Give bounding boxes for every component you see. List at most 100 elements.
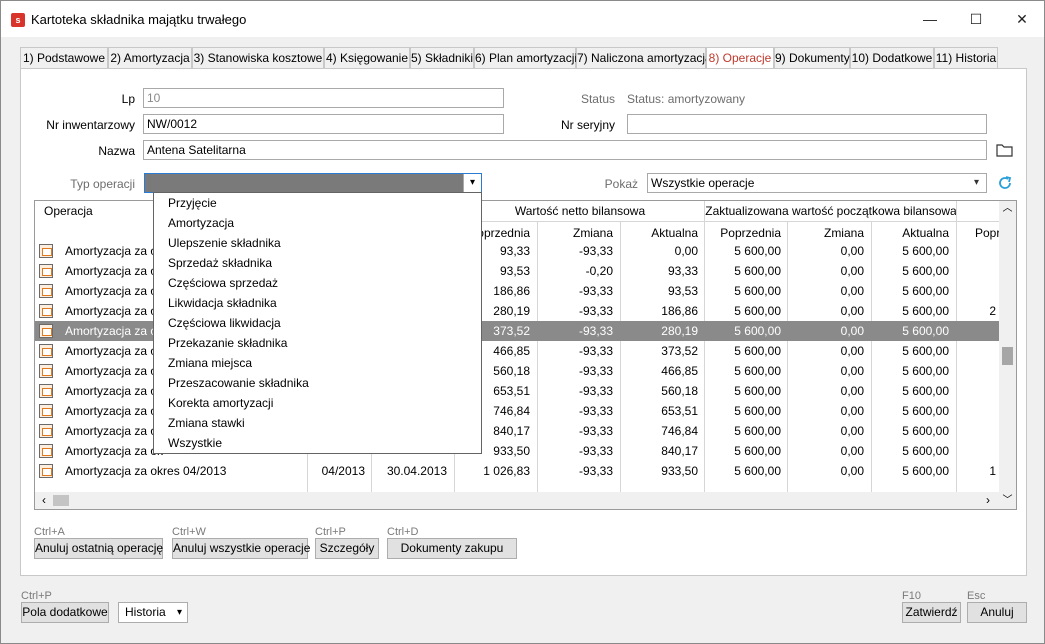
dropdown-item-likwidacja[interactable]: Likwidacja składnika xyxy=(168,293,277,313)
dropdown-item-sprzedaz[interactable]: Sprzedaż składnika xyxy=(168,253,272,273)
cell-zp: 5 600,00 xyxy=(734,384,781,398)
operation-icon xyxy=(39,384,53,398)
chevron-down-icon[interactable]: ▾ xyxy=(463,174,481,192)
nr-inwentarzowy-field[interactable]: NW/0012 xyxy=(143,114,504,134)
cell-za: 5 600,00 xyxy=(902,344,949,358)
dropdown-item-wszystkie[interactable]: Wszystkie xyxy=(168,433,222,453)
cell-zp: 5 600,00 xyxy=(734,464,781,478)
scroll-down-icon[interactable]: ﹀ xyxy=(999,493,1016,509)
operation-icon xyxy=(39,424,53,438)
cell-zz: 0,00 xyxy=(840,464,864,478)
chevron-down-icon[interactable]: ▾ xyxy=(177,603,182,622)
dropdown-item-czesciowa-likwidacja[interactable]: Częściowa likwidacja xyxy=(168,313,281,333)
header-zakt-zmiana: Zmiana xyxy=(823,226,864,240)
pola-dodatkowe-button[interactable]: Pola dodatkowe xyxy=(21,602,109,623)
tab-dokumenty[interactable]: 9) Dokumenty xyxy=(774,47,850,69)
status-label: Status xyxy=(580,92,615,106)
nr-seryjny-field[interactable] xyxy=(627,114,987,134)
cell-zz: 0,00 xyxy=(840,444,864,458)
tab-historia[interactable]: 11) Historia xyxy=(934,47,998,69)
vertical-scrollbar[interactable]: ︿ ﹀ xyxy=(999,201,1016,509)
operation-icon xyxy=(39,284,53,298)
dropdown-item-ulepszenie[interactable]: Ulepszenie składnika xyxy=(168,233,281,253)
cell-zp: 5 600,00 xyxy=(734,364,781,378)
cell-zp: 5 600,00 xyxy=(734,324,781,338)
refresh-icon[interactable] xyxy=(996,174,1014,192)
chevron-down-icon[interactable]: ▾ xyxy=(967,174,986,192)
hint-ctrl-p-footer: Ctrl+P xyxy=(21,590,52,602)
szczegoly-button[interactable]: Szczegóły xyxy=(315,538,379,559)
pokaz-select[interactable]: Wszystkie operacje ▾ xyxy=(647,173,987,193)
cell-na: 93,33 xyxy=(667,264,698,278)
table-row[interactable]: Amortyzacja za okres 04/2013 04/2013 30.04… xyxy=(35,461,999,481)
nr-seryjny-label: Nr seryjny xyxy=(560,118,615,132)
cell-na: 933,50 xyxy=(661,464,698,478)
cell-zp: 5 600,00 xyxy=(734,304,781,318)
maximize-button[interactable]: ☐ xyxy=(953,1,999,37)
anuluj-wszystkie-button[interactable]: Anuluj wszystkie operacje xyxy=(172,538,310,559)
tab-amortyzacja[interactable]: 2) Amortyzacja xyxy=(108,47,192,69)
cell-ex xyxy=(956,421,996,441)
scroll-left-icon[interactable]: ‹ xyxy=(37,492,51,509)
scrollbar-thumb[interactable] xyxy=(1002,347,1013,365)
header-operacja: Operacja xyxy=(44,204,93,218)
zatwierdz-button[interactable]: Zatwierdź xyxy=(902,602,961,623)
operation-icon xyxy=(39,464,53,478)
cell-za: 5 600,00 xyxy=(902,324,949,338)
header-zakt-poprzednia: Poprzednia xyxy=(720,226,781,240)
tab-dodatkowe[interactable]: 10) Dodatkowe xyxy=(850,47,934,69)
close-button[interactable]: ✕ xyxy=(999,1,1044,37)
horizontal-scrollbar[interactable]: ‹ › xyxy=(35,492,999,509)
scroll-right-icon[interactable]: › xyxy=(981,492,995,509)
dropdown-item-czesciowa-sprzedaz[interactable]: Częściowa sprzedaż xyxy=(168,273,278,293)
cell-ex xyxy=(956,341,996,361)
hscrollbar-thumb[interactable] xyxy=(53,495,69,506)
anuluj-button[interactable]: Anuluj xyxy=(967,602,1027,623)
cell-ex: 2 xyxy=(989,304,996,318)
header-netto-zmiana: Zmiana xyxy=(572,226,613,240)
cell-nz: -93,33 xyxy=(578,284,613,298)
tab-naliczona-amortyzacja[interactable]: 7) Naliczona amortyzacja xyxy=(576,47,712,69)
dropdown-item-korekta[interactable]: Korekta amortyzacji xyxy=(168,393,273,413)
tab-ksiegowanie[interactable]: 4) Księgowanie xyxy=(324,47,410,69)
cell-zp: 5 600,00 xyxy=(734,264,781,278)
dropdown-item-zmiana-miejsca[interactable]: Zmiana miejsca xyxy=(168,353,252,373)
dropdown-item-przekazanie[interactable]: Przekazanie składnika xyxy=(168,333,287,353)
tab-plan-amortyzacji[interactable]: 6) Plan amortyzacji xyxy=(474,47,577,69)
historia-select[interactable]: Historia ▾ xyxy=(118,602,188,623)
scroll-up-icon[interactable]: ︿ xyxy=(999,201,1016,217)
cell-np: 1 026,83 xyxy=(483,464,530,478)
operation-icon xyxy=(39,304,53,318)
minimize-button[interactable]: — xyxy=(907,1,953,37)
typ-operacji-select[interactable] xyxy=(144,173,482,193)
nazwa-field[interactable]: Antena Satelitarna xyxy=(143,140,987,160)
cell-zz: 0,00 xyxy=(840,264,864,278)
dropdown-item-przyjecie[interactable]: Przyjęcie xyxy=(168,193,217,213)
dropdown-item-zmiana-stawki[interactable]: Zmiana stawki xyxy=(168,413,245,433)
cell-nz: -93,33 xyxy=(578,404,613,418)
cell-zz: 0,00 xyxy=(840,244,864,258)
tab-stanowiska-kosztowe[interactable]: 3) Stanowiska kosztowe xyxy=(192,47,324,69)
dokumenty-zakupu-button[interactable]: Dokumenty zakupu xyxy=(387,538,517,559)
tab-operacje[interactable]: 8) Operacje xyxy=(706,47,774,70)
cell-zp: 5 600,00 xyxy=(734,244,781,258)
cell-za: 5 600,00 xyxy=(902,384,949,398)
header-zakt-aktualna: Aktualna xyxy=(902,226,949,240)
hint-f10: F10 xyxy=(902,590,921,602)
tab-skladniki[interactable]: 5) Składniki xyxy=(410,47,474,69)
operation-icon xyxy=(39,404,53,418)
cell-zz: 0,00 xyxy=(840,424,864,438)
hint-esc: Esc xyxy=(967,590,986,602)
folder-icon[interactable] xyxy=(996,142,1014,158)
cell-zz: 0,00 xyxy=(840,384,864,398)
anuluj-ostatnia-button[interactable]: Anuluj ostatnią operację xyxy=(34,538,163,559)
cell-zz: 0,00 xyxy=(840,304,864,318)
tab-podstawowe[interactable]: 1) Podstawowe xyxy=(20,47,108,69)
pokaz-label: Pokaż xyxy=(604,177,638,191)
cell-zp: 5 600,00 xyxy=(734,404,781,418)
cell-zz: 0,00 xyxy=(840,404,864,418)
dropdown-item-amortyzacja[interactable]: Amortyzacja xyxy=(168,213,234,233)
dropdown-item-przeszacowanie[interactable]: Przeszacowanie składnika xyxy=(168,373,309,393)
typ-operacji-label: Typ operacji xyxy=(70,177,135,191)
cell-na: 93,53 xyxy=(667,284,698,298)
